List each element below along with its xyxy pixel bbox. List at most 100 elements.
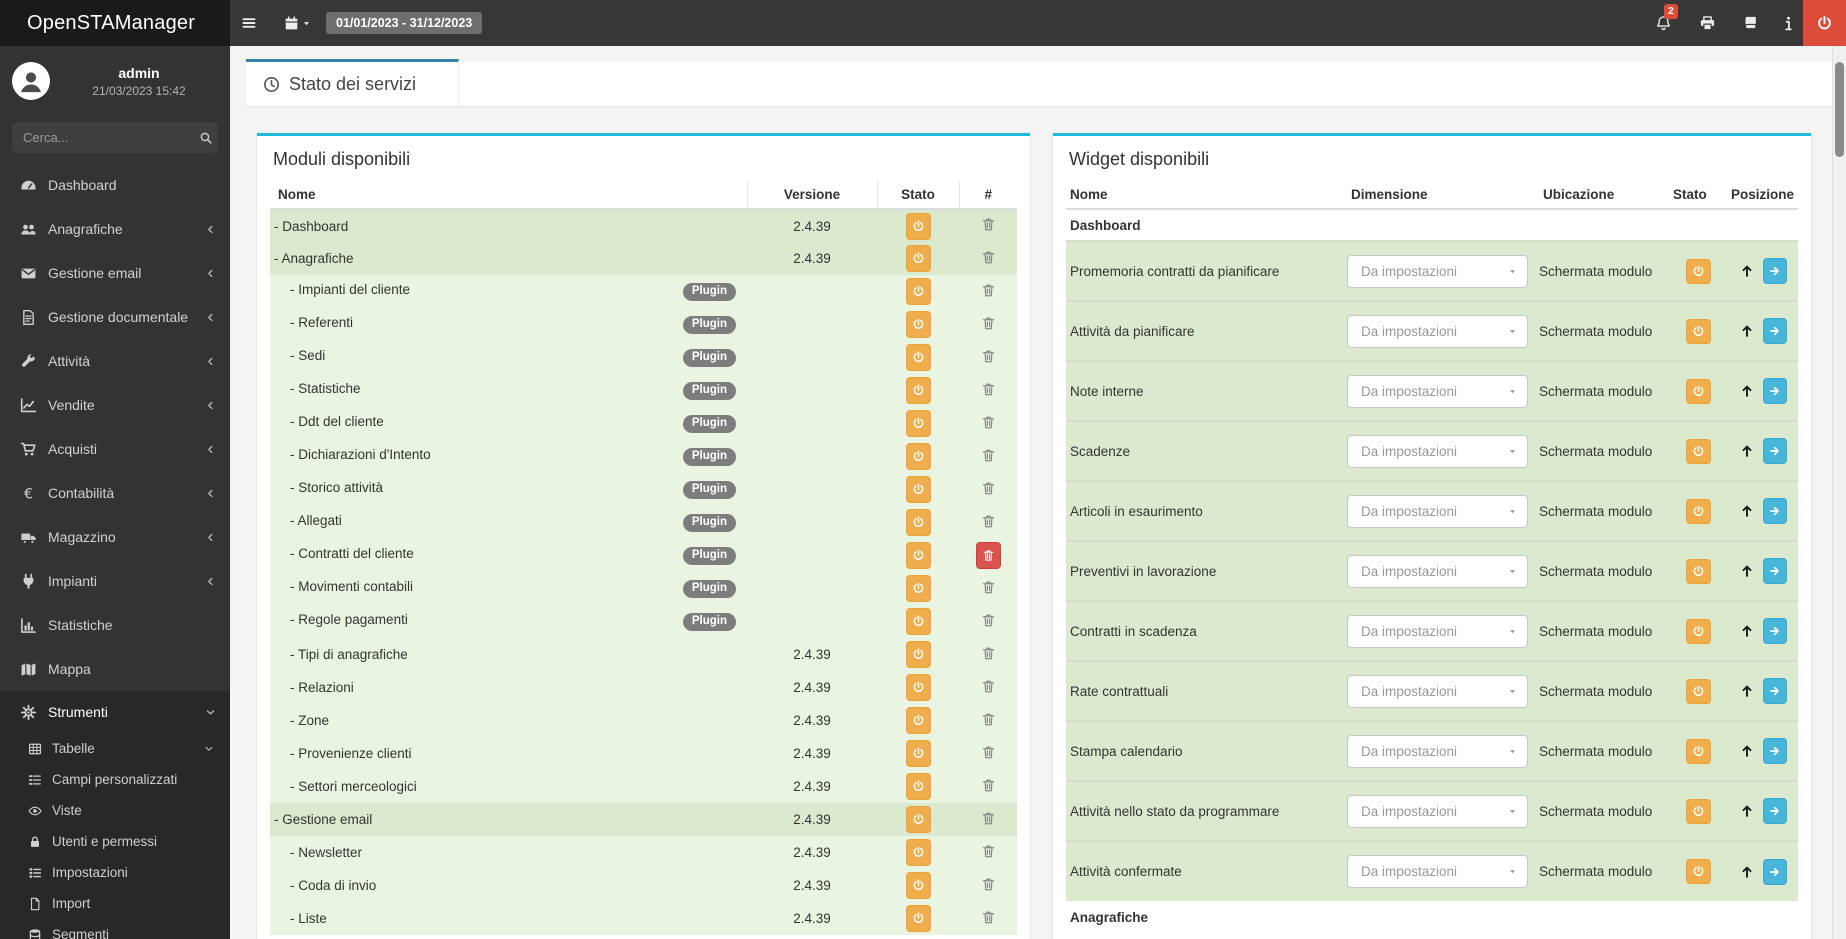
toggle-module-button[interactable] <box>905 443 931 470</box>
column-header-dimensione[interactable]: Dimensione <box>1347 181 1539 210</box>
dimension-select[interactable]: Da impostazioni <box>1347 314 1528 348</box>
toggle-module-button[interactable] <box>905 674 931 701</box>
delete-module-button[interactable] <box>981 316 996 331</box>
move-button[interactable] <box>1763 558 1787 584</box>
delete-module-button[interactable] <box>981 613 996 628</box>
column-header-versione[interactable]: Versione <box>747 181 878 210</box>
toggle-widget-button[interactable] <box>1685 738 1711 764</box>
sidebar-item-mappa[interactable]: Mappa <box>0 647 230 691</box>
toggle-widget-button[interactable] <box>1685 798 1711 824</box>
toggle-module-button[interactable] <box>905 344 931 371</box>
delete-module-button[interactable] <box>981 514 996 529</box>
toggle-module-button[interactable] <box>905 773 931 800</box>
toggle-widget-button[interactable] <box>1685 378 1711 404</box>
sidebar-item-acquisti[interactable]: Acquisti <box>0 427 230 471</box>
toggle-module-button[interactable] <box>905 641 931 668</box>
delete-module-button[interactable] <box>981 580 996 595</box>
delete-module-button[interactable] <box>981 349 996 364</box>
move-button[interactable] <box>1763 798 1787 824</box>
toggle-widget-button[interactable] <box>1685 498 1711 524</box>
toggle-module-button[interactable] <box>905 311 931 338</box>
sidebar-item-utenti-e-permessi[interactable]: Utenti e permessi <box>0 826 230 857</box>
toggle-module-button[interactable] <box>905 245 931 272</box>
move-button[interactable] <box>1763 378 1787 404</box>
toggle-widget-button[interactable] <box>1685 258 1711 284</box>
move-up-button[interactable] <box>1740 504 1754 518</box>
sidebar-item-impostazioni[interactable]: Impostazioni <box>0 857 230 888</box>
toggle-module-button[interactable] <box>905 608 931 635</box>
dimension-select[interactable]: Da impostazioni <box>1347 614 1528 648</box>
sidebar-item-gestione-documentale[interactable]: Gestione documentale <box>0 295 230 339</box>
toggle-widget-button[interactable] <box>1685 859 1711 884</box>
move-up-button[interactable] <box>1740 384 1754 398</box>
move-button[interactable] <box>1763 498 1787 524</box>
sidebar-item-viste[interactable]: Viste <box>0 795 230 826</box>
delete-module-button[interactable] <box>981 250 996 265</box>
delete-module-button[interactable] <box>981 811 996 826</box>
toggle-module-button[interactable] <box>905 872 931 899</box>
dimension-select[interactable]: Da impostazioni <box>1347 254 1528 288</box>
column-header-posizione[interactable]: Posizione <box>1727 181 1798 210</box>
toggle-module-button[interactable] <box>905 212 931 240</box>
toggle-module-button[interactable] <box>905 509 931 536</box>
toggle-module-button[interactable] <box>905 707 931 734</box>
toggle-widget-button[interactable] <box>1685 318 1711 344</box>
delete-module-button[interactable] <box>981 415 996 430</box>
toggle-module-button[interactable] <box>905 410 931 437</box>
search-input[interactable] <box>23 130 199 145</box>
toggle-module-button[interactable] <box>905 476 931 503</box>
delete-module-button[interactable] <box>981 481 996 496</box>
tab-stato-dei-servizi[interactable]: Stato dei servizi <box>246 59 459 106</box>
delete-module-button[interactable] <box>975 542 1001 569</box>
scrollbar[interactable] <box>1832 46 1846 939</box>
dimension-select[interactable]: Da impostazioni <box>1347 794 1528 828</box>
move-up-button[interactable] <box>1740 564 1754 578</box>
toggle-widget-button[interactable] <box>1685 678 1711 704</box>
column-header-nome[interactable]: Nome <box>270 181 748 210</box>
column-header-stato[interactable]: Stato <box>1669 181 1727 210</box>
sidebar-item-impianti[interactable]: Impianti <box>0 559 230 603</box>
column-header-ubicazione[interactable]: Ubicazione <box>1539 181 1669 210</box>
sidebar-item-magazzino[interactable]: Magazzino <box>0 515 230 559</box>
dimension-select[interactable]: Da impostazioni <box>1347 434 1528 468</box>
delete-module-button[interactable] <box>981 877 996 892</box>
move-up-button[interactable] <box>1740 865 1754 879</box>
toggle-module-button[interactable] <box>905 905 931 932</box>
toggle-module-button[interactable] <box>905 575 931 602</box>
move-button[interactable] <box>1763 318 1787 344</box>
move-up-button[interactable] <box>1740 744 1754 758</box>
delete-module-button[interactable] <box>981 382 996 397</box>
docs-button[interactable] <box>1737 0 1763 46</box>
toggle-module-button[interactable] <box>905 542 931 569</box>
move-button[interactable] <box>1763 738 1787 764</box>
toggle-module-button[interactable] <box>905 278 931 305</box>
delete-module-button[interactable] <box>981 910 996 925</box>
sidebar-item-contabilita[interactable]: € Contabilità <box>0 471 230 515</box>
delete-module-button[interactable] <box>981 712 996 727</box>
move-button[interactable] <box>1763 438 1787 464</box>
move-up-button[interactable] <box>1740 264 1754 278</box>
toggle-module-button[interactable] <box>905 740 931 767</box>
column-header-nome[interactable]: Nome <box>1066 181 1347 210</box>
sidebar-item-statistiche[interactable]: Statistiche <box>0 603 230 647</box>
column-header-stato[interactable]: Stato <box>877 181 960 210</box>
toggle-module-button[interactable] <box>905 377 931 404</box>
delete-module-button[interactable] <box>981 745 996 760</box>
sidebar-item-gestione-email[interactable]: Gestione email <box>0 251 230 295</box>
sidebar-item-campi-personalizzati[interactable]: Campi personalizzati <box>0 764 230 795</box>
delete-module-button[interactable] <box>981 283 996 298</box>
calendar-menu-button[interactable] <box>284 0 312 46</box>
move-up-button[interactable] <box>1740 624 1754 638</box>
move-button[interactable] <box>1763 618 1787 644</box>
column-header-num[interactable]: # <box>959 181 1017 210</box>
sidebar-item-attivita[interactable]: Attività <box>0 339 230 383</box>
notifications-button[interactable]: 2 <box>1650 0 1678 46</box>
toggle-module-button[interactable] <box>905 806 931 833</box>
move-up-button[interactable] <box>1740 684 1754 698</box>
print-button[interactable] <box>1694 0 1720 46</box>
sidebar-item-anagrafiche[interactable]: Anagrafiche <box>0 207 230 251</box>
dimension-select[interactable]: Da impostazioni <box>1347 494 1528 528</box>
delete-module-button[interactable] <box>981 844 996 859</box>
dimension-select[interactable]: Da impostazioni <box>1347 674 1528 708</box>
delete-module-button[interactable] <box>981 217 996 232</box>
